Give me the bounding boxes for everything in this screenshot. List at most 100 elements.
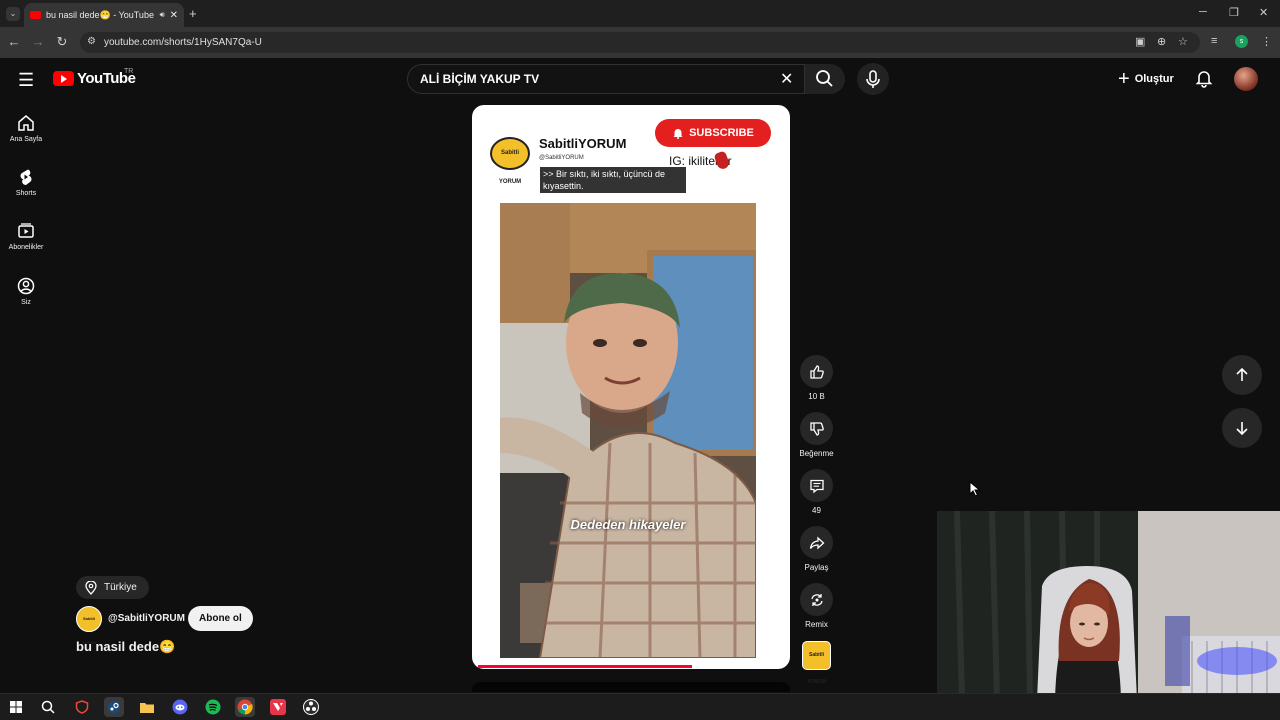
reload-button[interactable]: ↻	[54, 34, 70, 50]
windows-start-icon[interactable]	[6, 697, 26, 717]
overlay-caption: >> Bir sıktı, iki sıktı, üçüncü de kıyas…	[540, 167, 686, 193]
webcam-scene	[937, 511, 1280, 700]
channel-thumbnail[interactable]: Sabitli YORUM	[802, 641, 831, 685]
location-pin-icon	[85, 580, 97, 595]
dislike-label: Beğenme	[799, 449, 834, 458]
create-label: Oluştur	[1134, 73, 1174, 85]
comment-icon	[809, 479, 824, 493]
remix-label: Remix	[805, 620, 828, 629]
bell-icon	[1195, 71, 1213, 88]
youtube-play-icon	[53, 71, 74, 86]
previous-short-button[interactable]	[1222, 355, 1262, 395]
overlay-channel-logo: Sabitli YORUM	[490, 137, 530, 185]
spotify-icon[interactable]	[203, 697, 223, 717]
search-button[interactable]	[805, 64, 845, 94]
search-value: ALİ BİÇİM YAKUP TV	[420, 72, 540, 86]
cast-icon[interactable]: ▣	[1135, 35, 1145, 48]
share-button[interactable]: Paylaş	[798, 526, 835, 572]
share-label: Paylaş	[804, 563, 829, 572]
notifications-button[interactable]	[1194, 68, 1214, 93]
search-input[interactable]: ALİ BİÇİM YAKUP TV	[407, 64, 805, 94]
mouse-cursor-icon	[969, 480, 981, 502]
new-tab-button[interactable]: +	[189, 6, 197, 21]
forward-button[interactable]: →	[30, 34, 46, 49]
subscribe-button[interactable]: Abone ol	[188, 606, 253, 631]
close-window-button[interactable]: ✕	[1259, 6, 1268, 19]
chrome-icon[interactable]	[235, 697, 255, 717]
zoom-icon[interactable]: ⊕	[1157, 35, 1166, 48]
thumbs-down-icon	[809, 421, 824, 436]
arrow-up-icon	[1236, 367, 1248, 381]
restore-button[interactable]: ❐	[1229, 6, 1239, 19]
like-button[interactable]: 10 B	[798, 355, 835, 401]
comments-button[interactable]: 49	[798, 469, 835, 515]
search-icon	[816, 70, 833, 87]
guide-label-home: Ana Sayfa	[9, 136, 43, 143]
voice-search-button[interactable]	[857, 63, 889, 95]
tab-title: bu nasil dede😁 - YouTube	[46, 9, 154, 20]
plus-icon: +	[1118, 68, 1130, 90]
discord-icon[interactable]	[170, 697, 190, 717]
remix-icon	[810, 593, 823, 606]
create-button[interactable]: + Oluştur	[1112, 64, 1180, 94]
youtube-favicon-icon	[30, 11, 41, 19]
bookmark-star-icon[interactable]: ☆	[1178, 35, 1188, 48]
media-control-icon[interactable]: ≡	[1211, 35, 1217, 47]
speaker-icon[interactable]: 🔊︎	[160, 10, 165, 20]
guide-item-home[interactable]: Ana Sayfa	[0, 114, 52, 143]
obs-icon[interactable]	[301, 697, 321, 717]
taskbar-search-icon[interactable]	[38, 697, 58, 717]
guide-label-you: Siz	[21, 299, 31, 306]
share-icon	[809, 536, 824, 549]
next-short-button[interactable]	[1222, 408, 1262, 448]
subscriptions-icon	[18, 223, 34, 238]
browser-menu-icon[interactable]: ⋮	[1261, 35, 1272, 48]
remix-button[interactable]: Remix	[798, 583, 835, 629]
video-scene	[500, 203, 756, 658]
guide-item-subscriptions[interactable]: Abonelikler	[0, 222, 52, 251]
overlay-channel-name: SabitliYORUM	[539, 136, 627, 151]
video-subtitle: Dededen hikayeler	[570, 517, 686, 532]
steam-icon[interactable]	[104, 697, 124, 717]
overlay-subscribe-graphic: SUBSCRIBE	[655, 119, 771, 147]
you-icon	[17, 277, 35, 295]
browser-tab[interactable]: bu nasil dede😁 - YouTube 🔊︎ ✕	[24, 3, 184, 27]
guide-label-subscriptions: Abonelikler	[8, 244, 44, 251]
thumbs-up-icon	[809, 364, 824, 379]
url-input[interactable]: youtube.com/shorts/1HySAN7Qa-U	[80, 32, 1200, 53]
microphone-icon	[866, 70, 880, 88]
country-code: TR	[124, 68, 134, 75]
hamburger-menu-icon[interactable]: ☰	[18, 70, 34, 91]
windows-taskbar	[0, 693, 1280, 720]
site-info-icon[interactable]: ⚙	[87, 36, 96, 47]
tab-close-icon[interactable]: ✕	[170, 10, 178, 21]
next-short-preview	[472, 682, 790, 692]
comment-count: 49	[812, 506, 821, 515]
browser-profile-icon[interactable]: s	[1235, 35, 1248, 48]
video-progress-bar[interactable]	[478, 665, 692, 668]
shorts-icon	[20, 169, 32, 186]
webcam-overlay	[937, 511, 1280, 700]
valorant-icon[interactable]	[268, 697, 288, 717]
shield-app-icon[interactable]	[72, 697, 92, 717]
clear-search-icon[interactable]: ✕	[780, 69, 793, 89]
dislike-button[interactable]: Beğenme	[798, 412, 835, 458]
video-frame[interactable]	[500, 203, 756, 658]
file-explorer-icon[interactable]	[137, 697, 157, 717]
tab-search-button[interactable]: ⌄	[6, 7, 20, 21]
guide-item-shorts[interactable]: Shorts	[0, 168, 52, 197]
overlay-subscribe-text: SUBSCRIBE	[689, 127, 754, 139]
minimize-button[interactable]: ─	[1199, 6, 1207, 18]
arrow-down-icon	[1236, 422, 1248, 436]
short-title: bu nasil dede😁	[76, 639, 176, 654]
info-channel-handle[interactable]: @SabitliYORUM	[108, 613, 185, 624]
account-avatar[interactable]	[1234, 67, 1258, 91]
location-label: Türkiye	[104, 582, 137, 593]
location-chip[interactable]: Türkiye	[76, 576, 149, 599]
guide-item-you[interactable]: Siz	[0, 277, 52, 306]
info-channel-avatar[interactable]: Sabitli YORUM	[76, 606, 102, 645]
url-text: youtube.com/shorts/1HySAN7Qa-U	[104, 37, 262, 48]
back-button[interactable]: ←	[6, 34, 22, 49]
like-count: 10 B	[808, 392, 825, 401]
guide-label-shorts: Shorts	[15, 190, 37, 197]
